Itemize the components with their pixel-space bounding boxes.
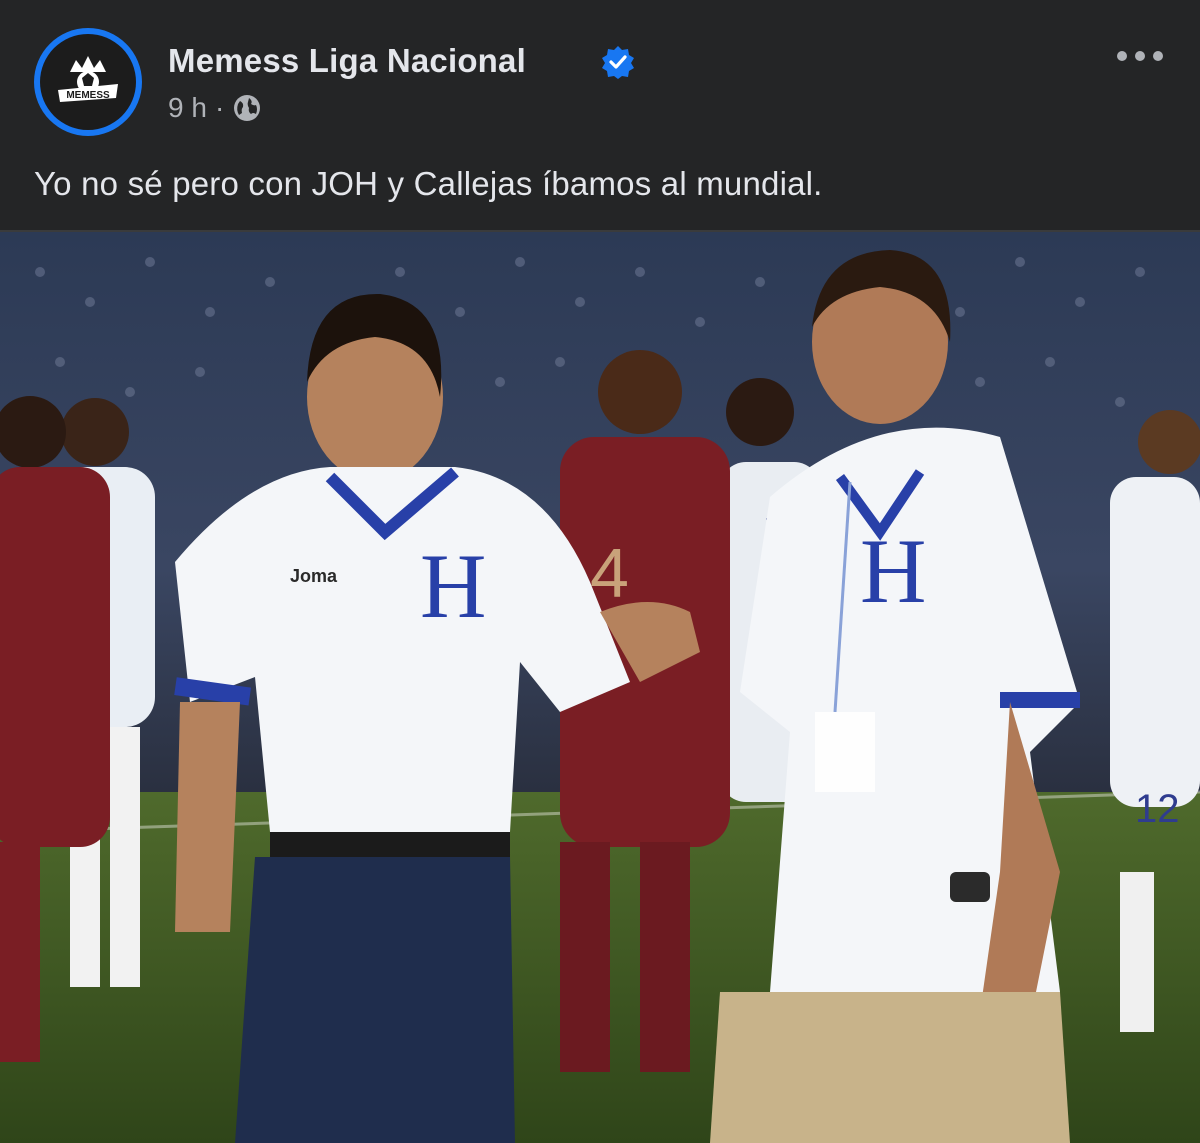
post-meta: 9 h · xyxy=(168,92,262,124)
post-text: Yo no sé pero con JOH y Callejas íbamos … xyxy=(34,165,823,202)
avatar-logo-text: MEMESS xyxy=(66,90,110,101)
stadium-photo-illustration: 12 H 4 H xyxy=(0,232,1200,1143)
page-avatar[interactable]: MEMESS xyxy=(34,28,142,136)
jersey-letter-right: H xyxy=(860,520,926,622)
verified-badge-icon xyxy=(602,46,634,79)
more-options-icon xyxy=(1117,51,1163,61)
jersey-letter-left: H xyxy=(420,535,486,637)
player-number-12: 12 xyxy=(1135,787,1180,831)
post-header: MEMESS Memess Liga Nacional 9 h · xyxy=(0,0,1200,150)
jersey-brand-text: Joma xyxy=(290,566,338,586)
memes-logo-icon: MEMESS xyxy=(58,56,118,102)
post-time[interactable]: 9 h xyxy=(168,92,207,124)
globe-icon[interactable] xyxy=(232,93,262,123)
avatar-logo: MEMESS xyxy=(40,34,136,130)
post-photo[interactable]: 12 H 4 H xyxy=(0,230,1200,1143)
page-name[interactable]: Memess Liga Nacional xyxy=(168,42,526,80)
meta-separator: · xyxy=(214,92,225,123)
more-options-button[interactable] xyxy=(1110,36,1170,76)
